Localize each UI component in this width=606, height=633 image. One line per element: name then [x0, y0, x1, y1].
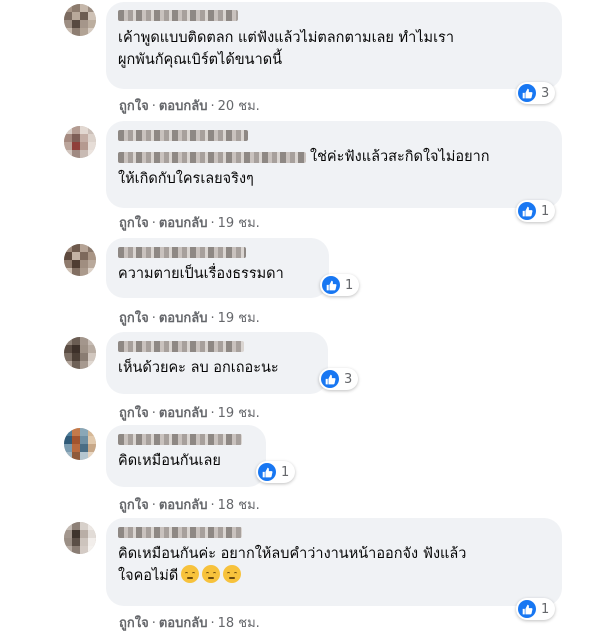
commenter-name-redacted[interactable] [118, 434, 242, 445]
comment-bubble: ใช่ค่ะฟังแล้วสะกิดใจไม่อยาก ให้เกิดกับใค… [106, 121, 562, 208]
timestamp[interactable]: 19 ชม. [218, 406, 260, 421]
reply-link[interactable]: ตอบกลับ [159, 99, 208, 114]
like-icon [518, 202, 536, 220]
reaction-count[interactable]: 1 [516, 598, 556, 620]
comment-text: คิดเหมือนกันเลย [118, 453, 221, 469]
reaction-count[interactable]: 3 [516, 82, 556, 104]
reply-link[interactable]: ตอบกลับ [159, 216, 208, 231]
timestamp[interactable]: 18 ชม. [218, 498, 260, 513]
mention-redacted[interactable] [118, 151, 306, 163]
comment-bubble: เห็นด้วยคะ ลบ อกเถอะนะ [106, 332, 328, 394]
comment-actions: ถูกใจ · ตอบกลับ · 19 ชม. [119, 311, 260, 326]
like-icon [258, 463, 276, 481]
like-link[interactable]: ถูกใจ [119, 311, 149, 326]
like-icon [321, 370, 339, 388]
comment-text: ใช่ค่ะฟังแล้วสะกิดใจไม่อยาก ให้เกิดกับใค… [118, 149, 490, 187]
avatar[interactable] [64, 244, 96, 276]
commenter-name-redacted[interactable] [118, 247, 246, 258]
avatar[interactable] [64, 4, 96, 36]
like-link[interactable]: ถูกใจ [119, 99, 149, 114]
comment-actions: ถูกใจ · ตอบกลับ · 20 ชม. [119, 99, 260, 114]
reply-link[interactable]: ตอบกลับ [159, 311, 208, 326]
avatar[interactable] [64, 126, 96, 158]
comment-bubble: ความตายเป็นเรื่องธรรมดา [106, 238, 329, 298]
avatar[interactable] [64, 522, 96, 554]
comment-actions: ถูกใจ · ตอบกลับ · 19 ชม. [119, 406, 260, 421]
reply-link[interactable]: ตอบกลับ [159, 498, 208, 513]
comment-bubble: คิดเหมือนกันค่ะ อยากให้ลบคำว่างานหน้าออก… [106, 518, 562, 606]
timestamp[interactable]: 19 ชม. [218, 311, 260, 326]
comment-text: เค้าพูดแบบติดตลก แต่ฟังแล้วไม่ตลกตามเลย … [118, 30, 454, 68]
reaction-count[interactable]: 3 [319, 368, 359, 390]
commenter-name-redacted[interactable] [118, 130, 248, 141]
reaction-count[interactable]: 1 [516, 200, 556, 222]
comment-actions: ถูกใจ · ตอบกลับ · 18 ชม. [119, 498, 260, 513]
comment-text: เห็นด้วยคะ ลบ อกเถอะนะ [118, 360, 279, 376]
timestamp[interactable]: 20 ชม. [218, 99, 260, 114]
like-icon [518, 600, 536, 618]
commenter-name-redacted[interactable] [118, 10, 238, 21]
comment-bubble: เค้าพูดแบบติดตลก แต่ฟังแล้วไม่ตลกตามเลย … [106, 2, 562, 89]
commenter-name-redacted[interactable] [118, 527, 242, 538]
comment-actions: ถูกใจ · ตอบกลับ · 19 ชม. [119, 216, 260, 231]
pensive-face-emoji [202, 565, 221, 583]
commenter-name-redacted[interactable] [118, 341, 244, 352]
like-link[interactable]: ถูกใจ [119, 406, 149, 421]
comment-actions: ถูกใจ · ตอบกลับ · 18 ชม. [119, 616, 260, 631]
avatar[interactable] [64, 428, 96, 460]
timestamp[interactable]: 19 ชม. [218, 216, 260, 231]
reply-link[interactable]: ตอบกลับ [159, 406, 208, 421]
pensive-face-emoji [223, 565, 242, 583]
like-link[interactable]: ถูกใจ [119, 216, 149, 231]
comment-bubble: คิดเหมือนกันเลย [106, 425, 266, 487]
like-icon [518, 84, 536, 102]
pensive-face-emoji [181, 565, 200, 583]
comment-text: ความตายเป็นเรื่องธรรมดา [118, 266, 284, 282]
like-icon [322, 276, 340, 294]
like-link[interactable]: ถูกใจ [119, 498, 149, 513]
avatar[interactable] [64, 337, 96, 369]
reaction-count[interactable]: 1 [256, 461, 296, 483]
reaction-count[interactable]: 1 [320, 274, 360, 296]
comment-text: คิดเหมือนกันค่ะ อยากให้ลบคำว่างานหน้าออก… [118, 546, 467, 584]
